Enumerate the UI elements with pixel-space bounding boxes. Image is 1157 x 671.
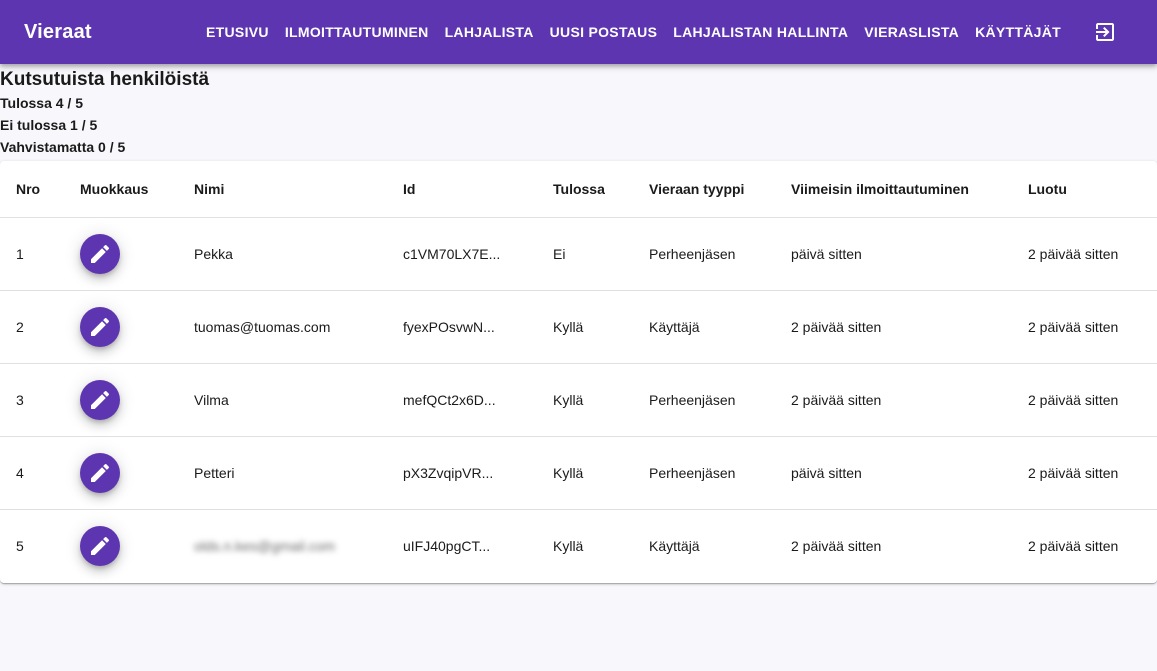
cell-attending: Kyllä <box>553 538 584 554</box>
header-tulossa[interactable]: Tulossa <box>537 161 633 218</box>
cell-edit <box>64 510 178 583</box>
cell-last-registration: 2 päivää sitten <box>775 290 1012 364</box>
header-nro[interactable]: Nro <box>0 161 64 218</box>
pencil-icon <box>91 244 110 263</box>
header-vieraan-tyyppi[interactable]: Vieraan tyyppi <box>633 161 775 218</box>
logout-icon <box>1096 23 1114 41</box>
header-nimi[interactable]: Nimi <box>178 161 387 218</box>
cell-edit <box>64 436 178 510</box>
cell-id: c1VM70LX7E... <box>387 217 537 291</box>
nav-item-ilmoittautuminen[interactable]: ILMOITTAUTUMINEN <box>277 24 437 40</box>
table-row: 4 Petteri pX3ZvqipVR... Kyllä Perheenjäs… <box>0 436 1157 510</box>
header-luotu[interactable]: Luotu <box>1012 161 1157 218</box>
nav-item-kayttajat[interactable]: KÄYTTÄJÄT <box>967 24 1069 40</box>
app-title[interactable]: Vieraat <box>24 20 92 44</box>
cell-nro: 1 <box>0 217 64 291</box>
edit-button[interactable] <box>80 453 120 493</box>
pencil-icon <box>91 536 110 555</box>
cell-last-registration: päivä sitten <box>775 217 1012 291</box>
pencil-icon <box>91 317 110 336</box>
guest-summary: Kutsutuista henkilöistä Tulossa 4 / 5 Ei… <box>0 68 209 158</box>
cell-attending: Ei <box>537 217 633 291</box>
cell-edit <box>64 217 178 291</box>
cell-created: 2 päivää sitten <box>1012 217 1157 291</box>
nav-item-vieraslista[interactable]: VIERASLISTA <box>856 24 967 40</box>
edit-button[interactable] <box>80 234 120 274</box>
cell-guest-type: Perheenjäsen <box>633 436 775 510</box>
cell-edit <box>64 363 178 437</box>
summary-attending: Tulossa 4 / 5 <box>0 95 83 111</box>
cell-attending: Kyllä <box>537 436 633 510</box>
cell-attending: Kyllä <box>537 290 633 364</box>
nav-item-etusivu[interactable]: ETUSIVU <box>198 24 277 40</box>
edit-button[interactable] <box>80 380 120 420</box>
table-row: 2 tuomas@tuomas.com fyexPOsvwN... Kyllä … <box>0 290 1157 364</box>
table-header-row: Nro Muokkaus Nimi Id Tulossa Vieraan tyy… <box>0 161 1157 218</box>
summary-unconfirmed: Vahvistamatta 0 / 5 <box>0 139 126 155</box>
cell-created: 2 päivää sitten <box>1028 538 1119 554</box>
summary-not-attending: Ei tulossa 1 / 5 <box>0 117 98 133</box>
app-bar: Vieraat ETUSIVU ILMOITTAUTUMINEN LAHJALI… <box>0 0 1157 64</box>
header-id[interactable]: Id <box>387 161 537 218</box>
cell-name: olds.n.kes@gmail.com <box>194 538 336 554</box>
edit-button[interactable] <box>80 526 120 566</box>
summary-title: Kutsutuista henkilöistä <box>0 69 210 90</box>
header-muokkaus[interactable]: Muokkaus <box>64 161 178 218</box>
cell-name: tuomas@tuomas.com <box>178 290 387 364</box>
pencil-icon <box>91 463 110 482</box>
cell-name: Petteri <box>178 436 387 510</box>
cell-created: 2 päivää sitten <box>1012 436 1157 510</box>
cell-guest-type: Perheenjäsen <box>633 363 775 437</box>
cell-last-registration: 2 päivää sitten <box>775 363 1012 437</box>
table-row: 5 olds.n.kes@gmail.com uIFJ40pgCT... Kyl… <box>0 510 1157 583</box>
header-viimeisin-ilmoittautuminen[interactable]: Viimeisin ilmoittautuminen <box>775 161 1012 218</box>
pencil-icon <box>91 390 110 409</box>
cell-attending: Kyllä <box>537 363 633 437</box>
edit-button[interactable] <box>80 307 120 347</box>
cell-nro: 4 <box>0 436 64 510</box>
guest-table-card: Nro Muokkaus Nimi Id Tulossa Vieraan tyy… <box>0 161 1157 583</box>
cell-last-registration: päivä sitten <box>775 436 1012 510</box>
cell-nro: 5 <box>16 538 24 554</box>
cell-id: mefQCt2x6D... <box>387 363 537 437</box>
cell-nro: 3 <box>0 363 64 437</box>
table-row: 3 Vilma mefQCt2x6D... Kyllä Perheenjäsen… <box>0 363 1157 437</box>
cell-guest-type: Käyttäjä <box>649 538 700 554</box>
cell-guest-type: Käyttäjä <box>633 290 775 364</box>
nav-item-uusi-postaus[interactable]: UUSI POSTAUS <box>542 24 666 40</box>
cell-created: 2 päivää sitten <box>1012 363 1157 437</box>
guest-table: Nro Muokkaus Nimi Id Tulossa Vieraan tyy… <box>0 161 1157 582</box>
cell-guest-type: Perheenjäsen <box>633 217 775 291</box>
cell-name: Vilma <box>178 363 387 437</box>
cell-last-registration: 2 päivää sitten <box>791 538 882 554</box>
cell-id: uIFJ40pgCT... <box>403 538 491 554</box>
cell-name: Pekka <box>178 217 387 291</box>
cell-id: pX3ZvqipVR... <box>387 436 537 510</box>
nav-item-lahjalistan-hallinta[interactable]: LAHJALISTAN HALLINTA <box>665 24 856 40</box>
cell-nro: 2 <box>0 290 64 364</box>
nav-item-lahjalista[interactable]: LAHJALISTA <box>437 24 542 40</box>
cell-id: fyexPOsvwN... <box>387 290 537 364</box>
table-row: 1 Pekka c1VM70LX7E... Ei Perheenjäsen pä… <box>0 217 1157 291</box>
main-nav: ETUSIVU ILMOITTAUTUMINEN LAHJALISTA UUSI… <box>198 0 1069 64</box>
logout-button[interactable] <box>1093 20 1117 44</box>
cell-created: 2 päivää sitten <box>1012 290 1157 364</box>
cell-edit <box>64 290 178 364</box>
